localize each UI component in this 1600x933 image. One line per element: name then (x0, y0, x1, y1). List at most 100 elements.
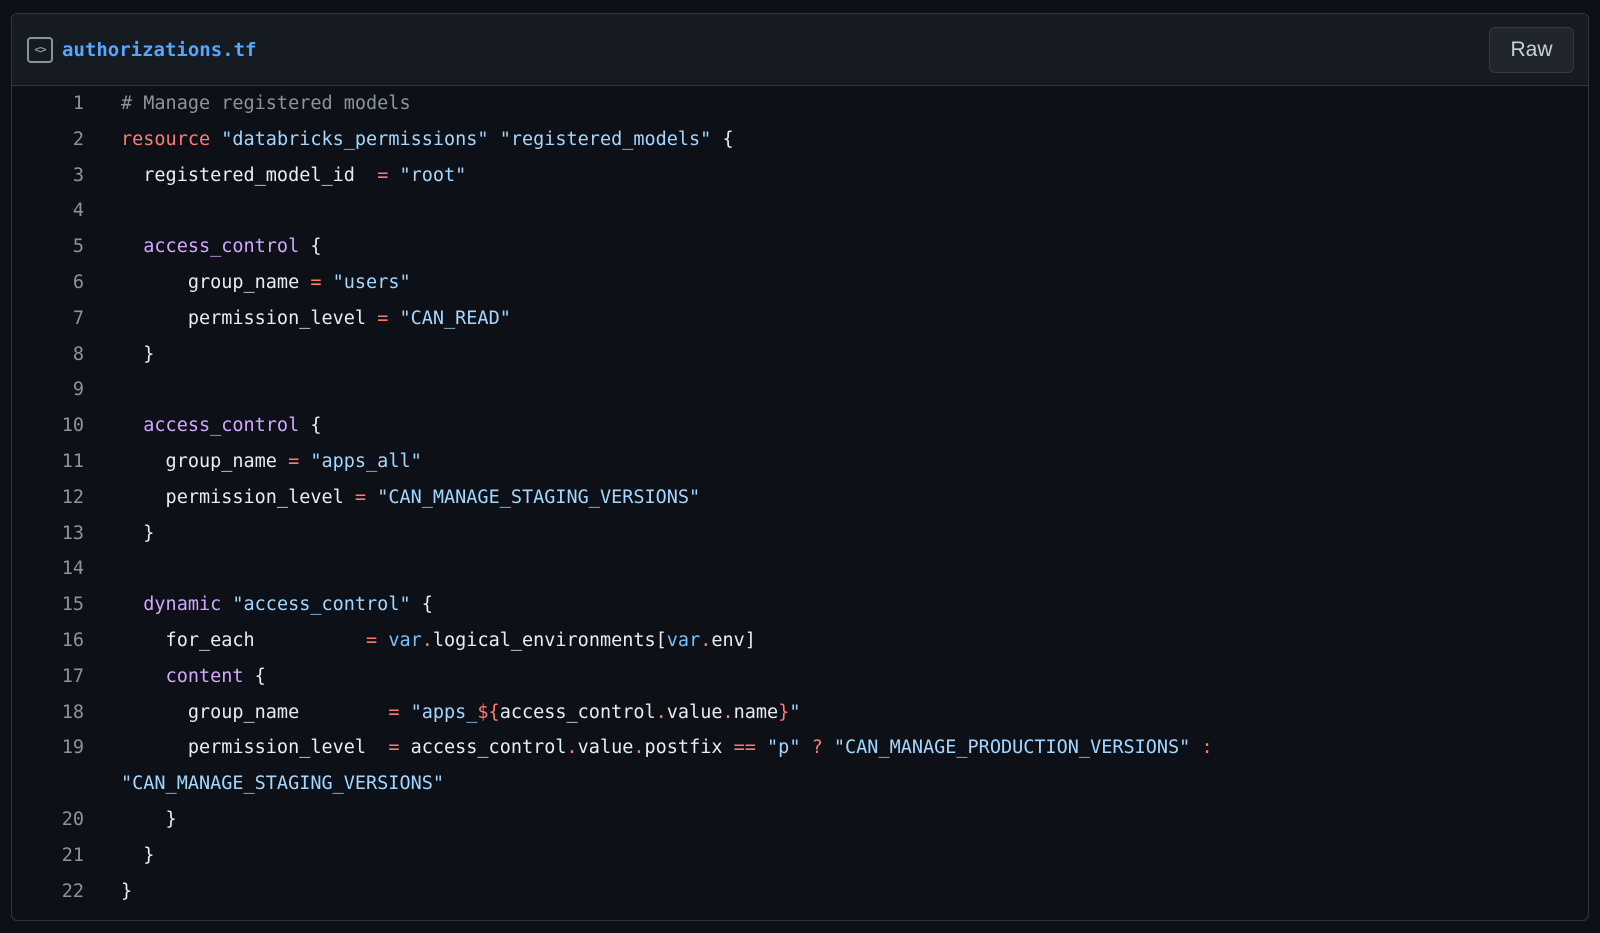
file-name-link[interactable]: authorizations.tf (62, 39, 256, 61)
code-token: permission_level (121, 307, 378, 329)
code-token: "CAN_MANAGE_STAGING_VERSIONS" (377, 486, 701, 508)
line-content: permission_level = access_control.value.… (84, 730, 1213, 766)
code-line: "CAN_MANAGE_STAGING_VERSIONS" (12, 766, 1588, 802)
raw-button[interactable]: Raw (1489, 26, 1574, 73)
file-header: <> authorizations.tf Raw (12, 14, 1588, 86)
line-number[interactable]: 15 (12, 587, 84, 623)
code-token: == (733, 737, 756, 759)
line-number[interactable]: 19 (12, 730, 84, 766)
code-line: 9 (12, 372, 1588, 408)
line-number[interactable]: 1 (12, 86, 84, 122)
line-number[interactable]: 9 (12, 372, 84, 408)
code-token: group_name (121, 701, 389, 723)
line-number[interactable]: 6 (12, 265, 84, 301)
code-line: 6 group_name = "users" (12, 265, 1588, 301)
line-content: group_name = "users" (84, 265, 411, 301)
line-number[interactable]: 10 (12, 408, 84, 444)
code-token: } (121, 880, 133, 902)
line-content: } (84, 516, 154, 552)
code-line: 21 } (12, 838, 1588, 874)
line-number[interactable]: 14 (12, 551, 84, 587)
code-line: 19 permission_level = access_control.val… (12, 730, 1588, 766)
line-content: "CAN_MANAGE_STAGING_VERSIONS" (84, 766, 444, 802)
code-line: 10 access_control { (12, 408, 1588, 444)
line-content: } (84, 838, 154, 874)
code-token: " (789, 701, 801, 723)
code-token: logical_environments[ (432, 629, 667, 651)
code-line: 3 registered_model_id = "root" (12, 158, 1588, 194)
line-number[interactable]: 2 (12, 122, 84, 158)
code-token: . (655, 701, 667, 723)
code-token: access_control (143, 415, 300, 437)
code-token: } (121, 343, 155, 365)
line-number[interactable]: 4 (12, 193, 84, 229)
line-content: content { (84, 659, 266, 695)
line-number[interactable]: 20 (12, 802, 84, 838)
line-content: permission_level = "CAN_READ" (84, 301, 511, 337)
code-token: "apps_all" (310, 450, 422, 472)
line-number[interactable]: 12 (12, 480, 84, 516)
line-number[interactable]: 7 (12, 301, 84, 337)
code-line: 16 for_each = var.logical_environments[v… (12, 623, 1588, 659)
code-token: "apps_ (410, 701, 478, 723)
code-token: = (366, 629, 378, 651)
line-content: resource "databricks_permissions" "regis… (84, 122, 734, 158)
code-line: 7 permission_level = "CAN_READ" (12, 301, 1588, 337)
code-token: = (388, 701, 400, 723)
line-number[interactable] (12, 766, 84, 802)
code-token: registered_model_id (121, 164, 378, 186)
line-number[interactable]: 22 (12, 874, 84, 910)
code-token: access_control (399, 737, 567, 759)
line-number[interactable]: 8 (12, 337, 84, 373)
code-token: postfix (644, 737, 734, 759)
line-number[interactable]: 17 (12, 659, 84, 695)
line-number[interactable]: 16 (12, 623, 84, 659)
code-token: = (288, 450, 300, 472)
code-line: 5 access_control { (12, 229, 1588, 265)
line-number[interactable]: 21 (12, 838, 84, 874)
line-content: } (84, 802, 177, 838)
line-content: access_control { (84, 229, 322, 265)
code-token: { (410, 594, 433, 616)
line-number[interactable]: 5 (12, 229, 84, 265)
line-content: group_name = "apps_all" (84, 444, 422, 480)
code-token: . (722, 701, 734, 723)
file-viewer: <> authorizations.tf Raw 1 # Manage regis… (11, 13, 1589, 921)
line-content (84, 372, 121, 408)
code-token: . (633, 737, 645, 759)
code-token: access_control (499, 701, 656, 723)
code-token: resource (121, 128, 211, 150)
line-content (84, 193, 121, 229)
line-number[interactable]: 18 (12, 695, 84, 731)
line-number[interactable]: 13 (12, 516, 84, 552)
code-token: for_each (121, 629, 367, 651)
code-token: } (778, 701, 790, 723)
line-content (84, 551, 121, 587)
code-token: group_name (121, 450, 289, 472)
code-line: 11 group_name = "apps_all" (12, 444, 1588, 480)
code-token: # Manage registered models (121, 93, 411, 114)
code-token: "p" (767, 737, 801, 759)
code-token: . (700, 629, 712, 651)
code-token: env] (711, 629, 756, 651)
code-token: "registered_models" (499, 128, 712, 150)
code-line: 18 group_name = "apps_${access_control.v… (12, 695, 1588, 731)
code-token: dynamic (143, 594, 222, 616)
line-number[interactable]: 3 (12, 158, 84, 194)
code-token: { (299, 236, 322, 258)
code-token: { (243, 665, 266, 687)
code-body: 1 # Manage registered models 2 resource "da… (12, 86, 1588, 909)
code-token: group_name (121, 271, 311, 293)
line-number[interactable]: 11 (12, 444, 84, 480)
line-content: } (84, 337, 154, 373)
code-token: = (377, 164, 389, 186)
